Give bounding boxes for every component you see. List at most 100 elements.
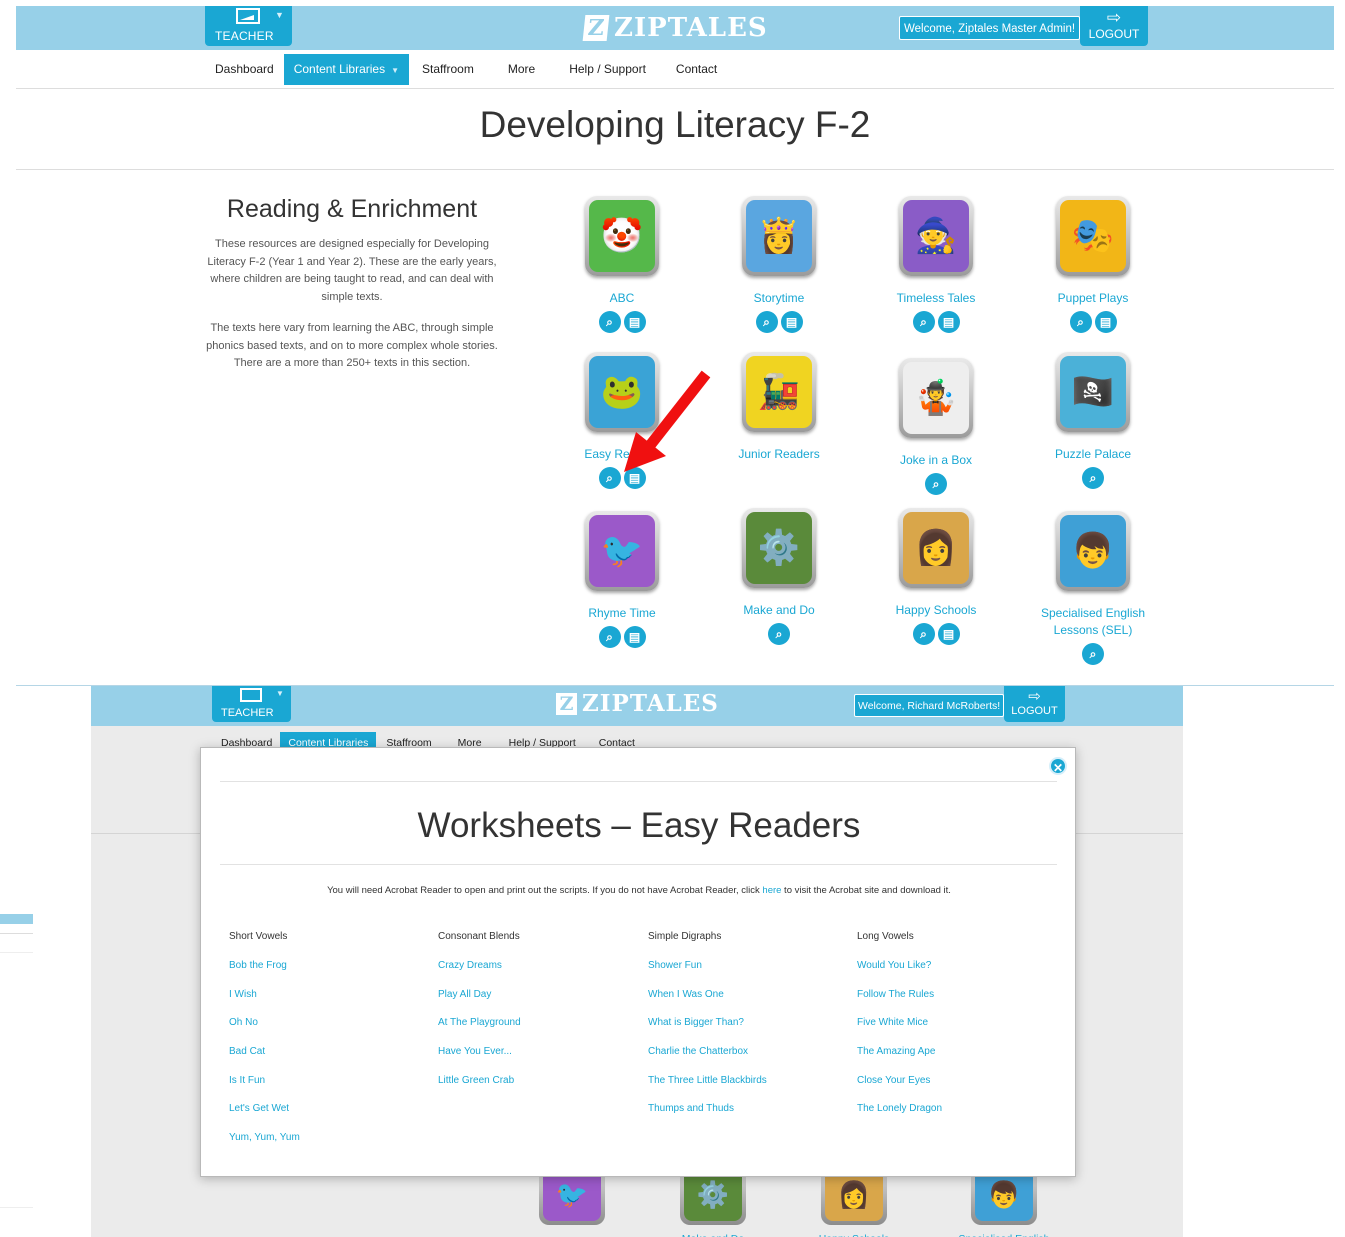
worksheet-link[interactable]: Follow The Rules	[857, 989, 1057, 1018]
search-icon[interactable]: ⌕	[912, 311, 935, 333]
worksheet-link[interactable]: Charlie the Chatterbox	[648, 1046, 848, 1075]
nav-contact[interactable]: Contact	[659, 54, 734, 85]
search-icon[interactable]: ⌕	[1082, 643, 1104, 665]
teacher-menu-button[interactable]: ▼ TEACHER	[212, 686, 291, 722]
worksheet-link[interactable]: The Amazing Ape	[857, 1046, 1057, 1075]
background-tile-rhyme-time: 🐦Rhyme Time	[512, 1177, 632, 1237]
worksheet-link[interactable]: Bob the Frog	[229, 960, 429, 989]
worksheet-link[interactable]: At The Playground	[438, 1017, 638, 1046]
search-icon[interactable]: ⌕	[925, 473, 947, 495]
tile-artwork[interactable]: 🚂	[742, 352, 816, 432]
search-icon[interactable]: ⌕	[755, 311, 778, 333]
document-icon[interactable]: ▤	[623, 311, 646, 333]
tile-title[interactable]: Storytime	[704, 290, 854, 307]
search-icon[interactable]: ⌕	[912, 623, 935, 645]
search-icon[interactable]: ⌕	[1082, 467, 1104, 489]
ziptales-logo[interactable]: Z ZIPTALES	[582, 9, 768, 47]
document-icon[interactable]: ▤	[1094, 311, 1117, 333]
worksheet-link[interactable]: Play All Day	[438, 989, 638, 1018]
tile-artwork[interactable]: 👩	[899, 508, 973, 588]
tile-artwork[interactable]: 🎭	[1056, 196, 1130, 276]
teacher-menu-button[interactable]: ▼ TEACHER	[205, 6, 292, 46]
worksheet-link[interactable]: When I Was One	[648, 989, 848, 1018]
tile-image: 🐦	[589, 515, 655, 587]
ziptales-logo[interactable]: Z ZIPTALES	[556, 690, 719, 717]
tile-image: 🤹	[903, 362, 969, 434]
worksheet-link[interactable]: Shower Fun	[648, 960, 848, 989]
library-tile-joke-in-a-box[interactable]: 🤹 Joke in a Box ⌕	[861, 352, 1011, 495]
worksheet-link[interactable]: Is It Fun	[229, 1075, 429, 1104]
worksheet-link[interactable]: Little Green Crab	[438, 1075, 638, 1104]
document-icon[interactable]: ▤	[937, 623, 960, 645]
tile-title[interactable]: Rhyme Time	[547, 605, 697, 622]
tile-title[interactable]: Joke in a Box	[861, 452, 1011, 469]
worksheet-link[interactable]: The Lonely Dragon	[857, 1103, 1057, 1132]
acrobat-download-link[interactable]: here	[762, 885, 781, 896]
welcome-badge[interactable]: Welcome, Ziptales Master Admin!	[899, 16, 1081, 40]
tile-image: 🏴‍☠️	[1060, 356, 1126, 428]
tile-artwork[interactable]: 🧙	[899, 196, 973, 276]
worksheet-link[interactable]: Five White Mice	[857, 1017, 1057, 1046]
sign-out-icon: ⇨	[1028, 688, 1041, 705]
library-tile-happy-schools[interactable]: 👩 Happy Schools ⌕ ▤	[861, 508, 1011, 645]
worksheet-link[interactable]: Thumps and Thuds	[648, 1103, 848, 1132]
worksheet-link[interactable]: Yum, Yum, Yum	[229, 1132, 429, 1161]
tile-actions: ⌕ ▤	[547, 311, 697, 333]
library-tile-storytime[interactable]: 👸 Storytime ⌕ ▤	[704, 196, 854, 333]
tile-artwork[interactable]: 🏴‍☠️	[1056, 352, 1130, 432]
worksheet-link[interactable]: Oh No	[229, 1017, 429, 1046]
tile-artwork[interactable]: 👦	[1056, 511, 1130, 591]
library-tile-puzzle-palace[interactable]: 🏴‍☠️ Puzzle Palace ⌕	[1018, 352, 1168, 489]
worksheet-link[interactable]: Would You Like?	[857, 960, 1057, 989]
tile-actions: ⌕	[1018, 467, 1168, 489]
library-tile-timeless-tales[interactable]: 🧙 Timeless Tales ⌕ ▤	[861, 196, 1011, 333]
divider	[220, 864, 1057, 865]
welcome-badge[interactable]: Welcome, Richard McRoberts!	[854, 694, 1005, 717]
tile-title[interactable]: ABC	[547, 290, 697, 307]
library-tile-specialised-english-lessons-sel[interactable]: 👦 Specialised English Lessons (SEL) ⌕	[1018, 508, 1168, 665]
tile-title[interactable]: Make and Do	[704, 602, 854, 619]
worksheet-link[interactable]: Crazy Dreams	[438, 960, 638, 989]
library-tile-abc[interactable]: 🤡 ABC ⌕ ▤	[547, 196, 697, 333]
logout-button[interactable]: ⇨ LOGOUT	[1080, 6, 1148, 46]
tile-title[interactable]: Puppet Plays	[1018, 290, 1168, 307]
worksheet-link[interactable]: Close Your Eyes	[857, 1075, 1057, 1104]
tile-title[interactable]: Happy Schools	[861, 602, 1011, 619]
document-icon[interactable]: ▤	[780, 311, 803, 333]
worksheet-link[interactable]: Have You Ever...	[438, 1046, 638, 1075]
worksheet-link[interactable]: I Wish	[229, 989, 429, 1018]
worksheet-link[interactable]: Let's Get Wet	[229, 1103, 429, 1132]
tile-title[interactable]: Timeless Tales	[861, 290, 1011, 307]
search-icon[interactable]: ⌕	[1069, 311, 1092, 333]
cropped-fragment	[0, 914, 33, 924]
logout-button[interactable]: ⇨ LOGOUT	[1004, 686, 1065, 722]
nav-more[interactable]: More	[487, 54, 556, 85]
tile-artwork[interactable]: 👸	[742, 196, 816, 276]
worksheet-link[interactable]: The Three Little Blackbirds	[648, 1075, 848, 1104]
library-tile-make-and-do[interactable]: ⚙️ Make and Do ⌕	[704, 508, 854, 645]
tile-title[interactable]: Specialised English Lessons (SEL)	[1038, 605, 1148, 639]
tile-artwork[interactable]: 🤹	[899, 358, 973, 438]
tile-actions: ⌕	[861, 473, 1011, 495]
tile-artwork[interactable]: ⚙️	[742, 508, 816, 588]
document-icon[interactable]: ▤	[623, 626, 646, 648]
search-icon[interactable]: ⌕	[598, 626, 621, 648]
worksheet-link[interactable]: Bad Cat	[229, 1046, 429, 1075]
nav-help-support[interactable]: Help / Support	[556, 54, 659, 85]
library-tile-puppet-plays[interactable]: 🎭 Puppet Plays ⌕ ▤	[1018, 196, 1168, 333]
document-icon[interactable]: ▤	[937, 311, 960, 333]
tile-actions: ⌕	[1018, 643, 1168, 665]
search-icon[interactable]: ⌕	[768, 623, 790, 645]
search-icon[interactable]: ⌕	[598, 311, 621, 333]
ziptales-logo-text: ZIPTALES	[614, 13, 768, 43]
tile-actions: ⌕	[704, 623, 854, 645]
tile-artwork[interactable]: 🐦	[585, 511, 659, 591]
close-icon[interactable]: ✕	[1049, 757, 1067, 775]
tile-artwork[interactable]: 🤡	[585, 196, 659, 276]
nav-content-libraries[interactable]: Content Libraries ▼	[283, 54, 410, 85]
nav-staffroom[interactable]: Staffroom	[409, 54, 487, 85]
nav-dashboard[interactable]: Dashboard	[205, 54, 284, 85]
library-tile-rhyme-time[interactable]: 🐦 Rhyme Time ⌕ ▤	[547, 508, 697, 648]
tile-title[interactable]: Puzzle Palace	[1018, 446, 1168, 463]
worksheet-link[interactable]: What is Bigger Than?	[648, 1017, 848, 1046]
